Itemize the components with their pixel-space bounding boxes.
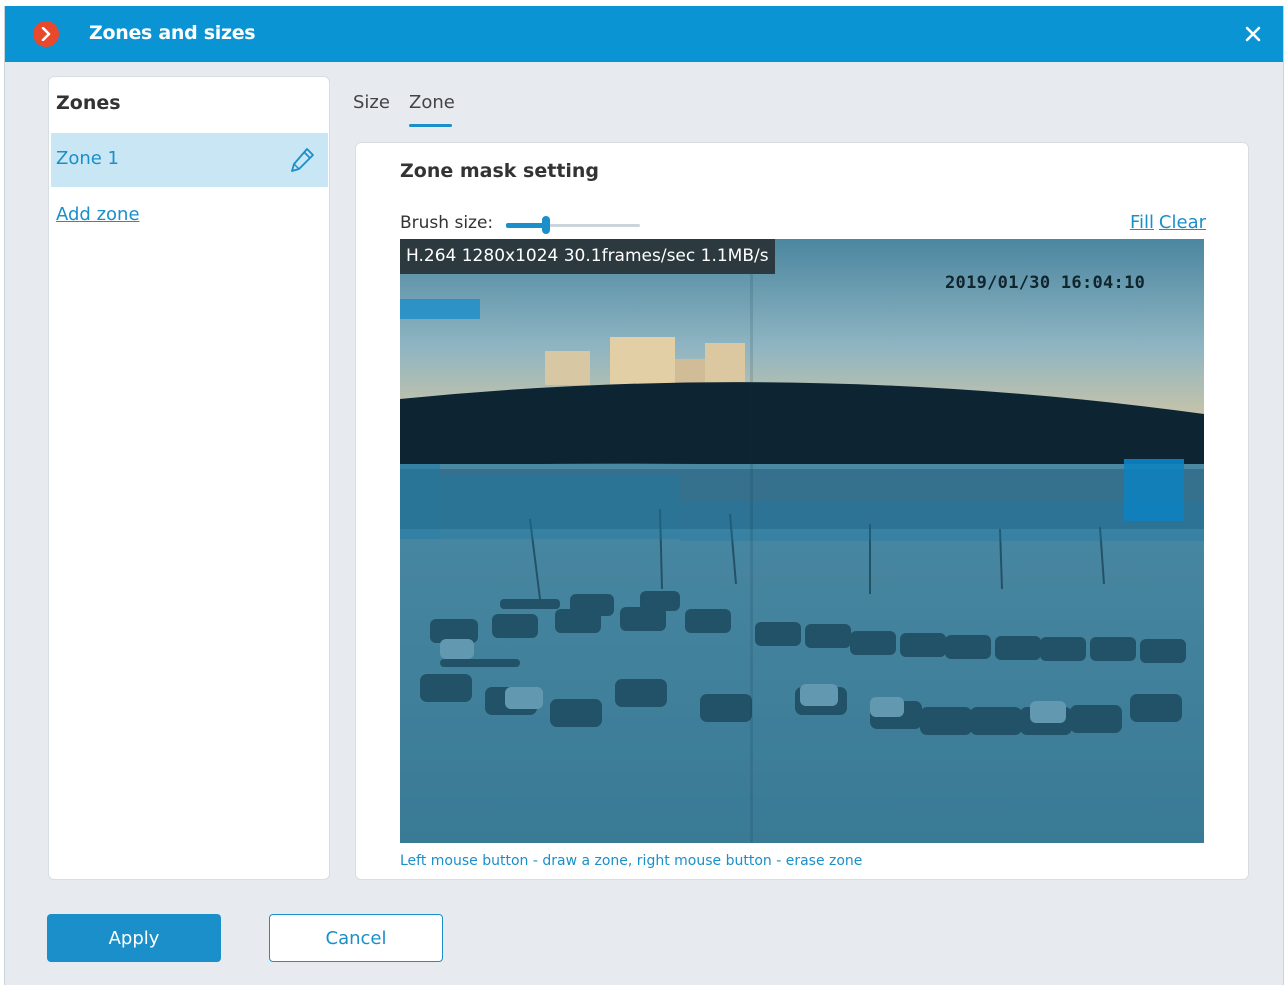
brush-size-slider[interactable] bbox=[506, 215, 640, 235]
slider-thumb[interactable] bbox=[542, 216, 550, 234]
add-zone-link[interactable]: Add zone bbox=[56, 204, 140, 225]
close-button[interactable] bbox=[1241, 22, 1265, 46]
zone-mask-title: Zone mask setting bbox=[400, 160, 600, 182]
tab-size[interactable]: Size bbox=[353, 92, 390, 113]
apply-button[interactable]: Apply bbox=[47, 914, 221, 962]
zones-panel: Zones Zone 1 Add zone bbox=[48, 76, 330, 880]
active-tab-indicator bbox=[409, 124, 452, 127]
camera-scene bbox=[400, 239, 1204, 843]
brush-size-label: Brush size: bbox=[400, 213, 494, 233]
cancel-button[interactable]: Cancel bbox=[269, 914, 443, 962]
slider-fill bbox=[506, 223, 546, 228]
camera-video-canvas[interactable]: H.264 1280x1024 30.1frames/sec 1.1MB/s 2… bbox=[400, 239, 1204, 843]
tab-zone[interactable]: Zone bbox=[409, 92, 455, 113]
pencil-icon[interactable] bbox=[288, 146, 316, 174]
dialog-title: Zones and sizes bbox=[89, 22, 256, 44]
zone-drawing-hint: Left mouse button - draw a zone, right m… bbox=[400, 853, 863, 869]
clear-link[interactable]: Clear bbox=[1159, 212, 1206, 233]
app-logo-icon bbox=[33, 21, 59, 47]
title-bar: Zones and sizes bbox=[5, 6, 1283, 62]
zone-item-label: Zone 1 bbox=[56, 148, 119, 169]
zone-list-item[interactable]: Zone 1 bbox=[51, 133, 328, 187]
zones-header: Zones bbox=[56, 92, 121, 114]
zones-and-sizes-dialog: Zones and sizes Zones Zone 1 Add zone Si… bbox=[4, 6, 1284, 985]
zone-mask-panel: Zone mask setting Brush size: Fill Clear bbox=[355, 142, 1249, 880]
close-icon bbox=[1245, 26, 1261, 42]
video-stream-info: H.264 1280x1024 30.1frames/sec 1.1MB/s bbox=[400, 239, 775, 274]
video-timestamp: 2019/01/30 16:04:10 bbox=[945, 273, 1146, 293]
fill-link[interactable]: Fill bbox=[1130, 212, 1154, 233]
